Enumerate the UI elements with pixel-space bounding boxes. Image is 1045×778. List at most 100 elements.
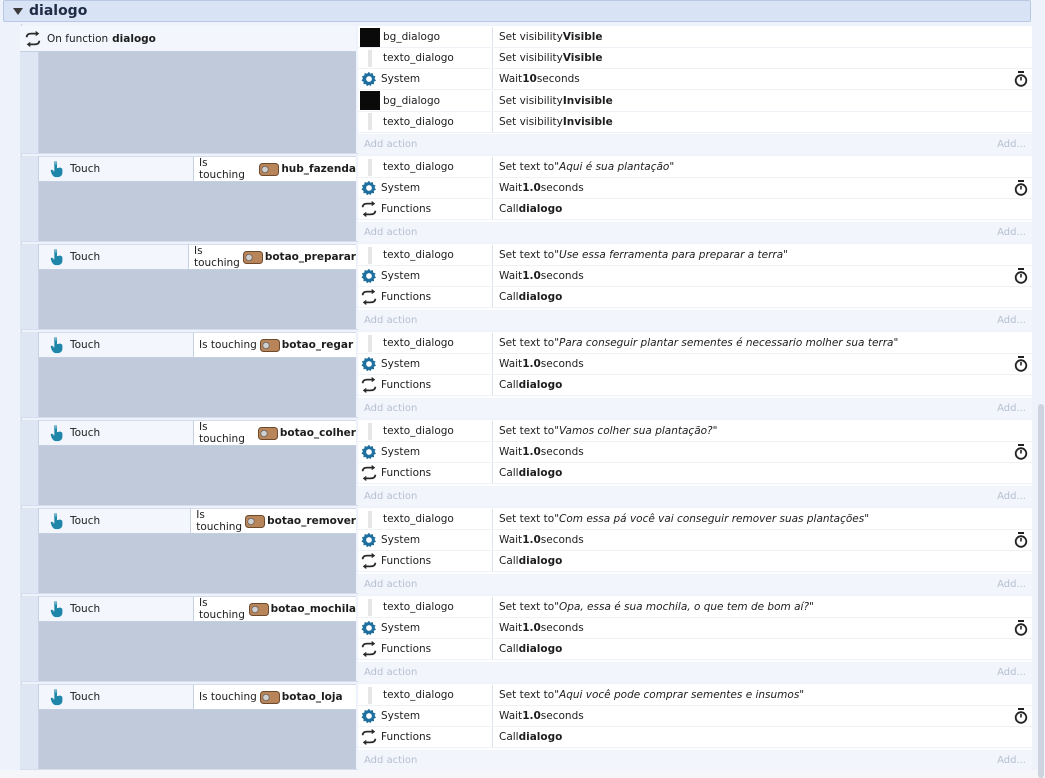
add-action-link[interactable]: Add action	[364, 491, 417, 502]
condition-area[interactable]	[39, 270, 356, 329]
condition-row[interactable]: Touch Is touching botao_preparar	[39, 244, 356, 270]
touch-event[interactable]: Touch Is touching botao_remover texto_dialo…	[20, 508, 1032, 594]
collapse-triangle-icon[interactable]	[13, 7, 23, 15]
action-row[interactable]: texto_dialogo Set text to "Com essa pá vo…	[358, 509, 1032, 530]
action-row[interactable]: Functions Call dialogo	[358, 199, 1032, 220]
action-row[interactable]: System Wait 1.0 seconds	[358, 706, 1032, 727]
action-verb: Set text to	[499, 601, 555, 613]
condition-area[interactable]	[39, 182, 356, 241]
condition-row[interactable]: Touch Is touching botao_loja	[39, 684, 356, 710]
action-object-label: texto_dialogo	[383, 425, 454, 437]
add-action-link[interactable]: Add action	[364, 315, 417, 326]
action-row[interactable]: System Wait 10 seconds	[358, 69, 1032, 91]
touch-event[interactable]: Touch Is touching botao_colher texto_dialog…	[20, 420, 1032, 506]
add-action-row[interactable]: Add action Add...	[358, 574, 1032, 594]
event-margin[interactable]	[20, 508, 39, 593]
action-row[interactable]: texto_dialogo Set visibility Invisible	[358, 111, 1032, 133]
add-action-link[interactable]: Add action	[364, 403, 417, 414]
condition-row[interactable]: Touch Is touching botao_mochila	[39, 596, 356, 622]
event-margin[interactable]	[20, 684, 39, 769]
add-more-link[interactable]: Add...	[997, 315, 1026, 326]
add-action-link[interactable]: Add action	[364, 227, 417, 238]
add-more-link[interactable]: Add...	[997, 579, 1026, 590]
action-verb: Wait	[499, 358, 523, 370]
action-row[interactable]: Functions Call dialogo	[358, 639, 1032, 660]
touch-event[interactable]: Touch Is touching botao_regar texto_dialogo…	[20, 332, 1032, 418]
action-row[interactable]: bg_dialogo Set visibility Invisible	[358, 90, 1032, 112]
action-row[interactable]: texto_dialogo Set text to "Aqui você pode…	[358, 685, 1032, 706]
action-row[interactable]: System Wait 1.0 seconds	[358, 618, 1032, 639]
action-row[interactable]: texto_dialogo Set text to "Use essa ferra…	[358, 245, 1032, 266]
condition-target: hub_fazenda	[281, 163, 356, 175]
add-action-row[interactable]: Add action Add...	[358, 486, 1032, 506]
text-object-icon	[368, 246, 372, 264]
condition-object-label: Touch	[70, 603, 101, 615]
add-action-link[interactable]: Add action	[364, 139, 417, 150]
condition-row[interactable]: Touch Is touching botao_remover	[39, 508, 356, 534]
touch-event[interactable]: Touch Is touching hub_fazenda texto_dialogo…	[20, 156, 1032, 242]
add-action-link[interactable]: Add action	[364, 667, 417, 678]
add-action-row[interactable]: Add action Add...	[358, 750, 1032, 770]
condition-row[interactable]: Touch Is touching botao_colher	[39, 420, 356, 446]
condition-area[interactable]	[39, 710, 356, 769]
action-row[interactable]: Functions Call dialogo	[358, 287, 1032, 308]
add-action-link[interactable]: Add action	[364, 755, 417, 766]
hand-icon	[49, 160, 65, 178]
action-row[interactable]: System Wait 1.0 seconds	[358, 266, 1032, 287]
add-action-row[interactable]: Add action Add...	[358, 662, 1032, 682]
condition-area[interactable]	[39, 358, 356, 417]
action-row[interactable]: Functions Call dialogo	[358, 727, 1032, 748]
function-event[interactable]: On function dialogo bg_dialogo Set visibili…	[20, 26, 1032, 154]
condition-row[interactable]: On function dialogo	[20, 26, 356, 52]
condition-area[interactable]	[39, 534, 356, 593]
add-action-row[interactable]: Add action Add...	[358, 310, 1032, 330]
timer-icon	[1014, 708, 1028, 724]
action-row[interactable]: System Wait 1.0 seconds	[358, 530, 1032, 551]
vertical-scrollbar[interactable]	[1038, 404, 1044, 778]
action-row[interactable]: System Wait 1.0 seconds	[358, 178, 1032, 199]
touch-event[interactable]: Touch Is touching botao_preparar texto_dial…	[20, 244, 1032, 330]
action-verb: Call	[499, 467, 519, 479]
event-margin[interactable]	[20, 332, 39, 417]
add-more-link[interactable]: Add...	[997, 227, 1026, 238]
add-action-row[interactable]: Add action Add...	[358, 398, 1032, 418]
event-margin[interactable]	[20, 156, 39, 241]
condition-row[interactable]: Touch Is touching hub_fazenda	[39, 156, 356, 182]
event-margin[interactable]	[20, 244, 39, 329]
event-margin[interactable]	[20, 596, 39, 681]
add-more-link[interactable]: Add...	[997, 403, 1026, 414]
add-more-link[interactable]: Add...	[997, 139, 1026, 150]
timer-icon	[1014, 620, 1028, 636]
action-row[interactable]: System Wait 1.0 seconds	[358, 442, 1032, 463]
condition-area[interactable]	[39, 52, 356, 153]
add-action-row[interactable]: Add action Add...	[358, 134, 1032, 154]
add-action-row[interactable]: Add action Add...	[358, 222, 1032, 242]
action-row[interactable]: Functions Call dialogo	[358, 463, 1032, 484]
condition-row[interactable]: Touch Is touching botao_regar	[39, 332, 356, 358]
event-margin[interactable]	[20, 420, 39, 505]
action-row[interactable]: texto_dialogo Set text to "Para conseguir…	[358, 333, 1032, 354]
action-row[interactable]: texto_dialogo Set text to "Aqui é sua pla…	[358, 157, 1032, 178]
condition-text: Is touching botao_colher	[194, 421, 356, 445]
action-row[interactable]: Functions Call dialogo	[358, 551, 1032, 572]
action-object-label: Functions	[381, 643, 432, 655]
action-row[interactable]: texto_dialogo Set visibility Visible	[358, 48, 1032, 70]
action-row[interactable]: System Wait 1.0 seconds	[358, 354, 1032, 375]
action-row[interactable]: bg_dialogo Set visibility Visible	[358, 27, 1032, 48]
touch-event[interactable]: Touch Is touching botao_mochila texto_dialo…	[20, 596, 1032, 682]
action-row[interactable]: Functions Call dialogo	[358, 375, 1032, 396]
add-action-link[interactable]: Add action	[364, 579, 417, 590]
condition-verb: Is touching	[199, 421, 245, 445]
event-group-header[interactable]: dialogo	[3, 0, 1031, 22]
condition-area[interactable]	[39, 622, 356, 681]
action-row[interactable]: texto_dialogo Set text to "Vamos colher s…	[358, 421, 1032, 442]
condition-area[interactable]	[39, 446, 356, 505]
action-text: Call dialogo	[493, 467, 1032, 479]
action-list: texto_dialogo Set text to "Para conseguir…	[358, 332, 1032, 418]
action-row[interactable]: texto_dialogo Set text to "Opa, essa é su…	[358, 597, 1032, 618]
add-more-link[interactable]: Add...	[997, 755, 1026, 766]
touch-event[interactable]: Touch Is touching botao_loja texto_dialogo S…	[20, 684, 1032, 770]
action-verb: seconds	[540, 182, 584, 194]
add-more-link[interactable]: Add...	[997, 667, 1026, 678]
add-more-link[interactable]: Add...	[997, 491, 1026, 502]
